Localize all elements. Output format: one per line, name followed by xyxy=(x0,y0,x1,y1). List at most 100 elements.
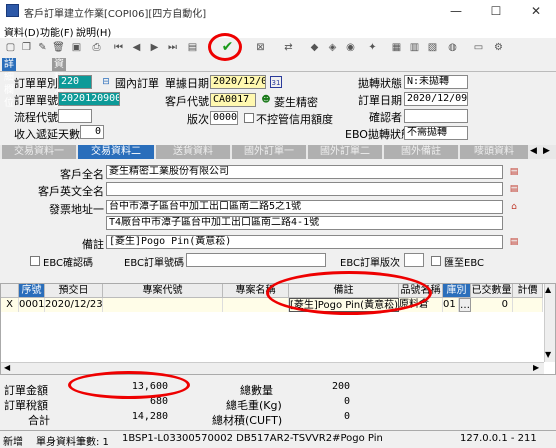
save-icon[interactable]: ▣ xyxy=(70,41,83,54)
print-icon[interactable]: ⎙ xyxy=(90,41,103,54)
flow-label: 流程代號 xyxy=(14,111,58,124)
query-icon[interactable]: ▤ xyxy=(186,41,199,54)
tool-icon[interactable]: ◆ xyxy=(308,41,321,54)
order-date-field[interactable]: 2020/12/09 xyxy=(404,92,468,106)
customer-field[interactable]: CA0017 xyxy=(210,93,256,107)
row-wh[interactable]: 01 xyxy=(443,298,459,312)
calendar-icon[interactable]: 31 xyxy=(270,76,282,88)
cust-en-edit-icon[interactable]: ▤ xyxy=(508,183,520,195)
order-type-field[interactable]: 220 xyxy=(58,75,92,89)
cust-en-field[interactable] xyxy=(106,182,503,196)
row-wh-lookup-button[interactable]: … xyxy=(459,298,471,312)
cust-full-edit-icon[interactable]: ▤ xyxy=(508,166,520,178)
doc-date-field[interactable]: 2020/12/09 xyxy=(210,75,266,89)
menu-data[interactable]: 資料(D) xyxy=(4,24,40,39)
scroll-left-icon[interactable]: ◀ xyxy=(4,363,10,372)
flow-field[interactable] xyxy=(58,109,92,123)
tab-scroll-left-icon[interactable]: ◀ xyxy=(530,146,537,156)
toolbar: ▢ ❐ ✎ 🗑 ▣ ⎙ ⏮ ◀ ▶ ⏭ ▤ ✔ ⊠ ⇄ ◆ ◈ ◉ ✦ ▦ ▥ … xyxy=(0,38,556,58)
tab-foreign-1[interactable]: 國外訂單一 xyxy=(232,145,306,159)
scroll-up-icon[interactable]: ▲ xyxy=(545,285,551,294)
maximize-button[interactable]: ☐ xyxy=(476,0,516,22)
grid-header-wh[interactable]: 庫別 xyxy=(443,284,471,298)
attach-icon[interactable]: ◉ xyxy=(344,41,357,54)
tab-scroll-right-icon[interactable]: ▶ xyxy=(543,146,550,156)
order-type-lookup-icon[interactable]: ⊟ xyxy=(100,76,112,88)
qty-label: 總數量 xyxy=(240,384,273,397)
ebc-order-field[interactable] xyxy=(186,253,326,267)
folder-icon[interactable]: ▭ xyxy=(472,41,485,54)
ebo-label: EBO拋轉狀態 xyxy=(345,128,412,141)
qty-field: 200 xyxy=(331,381,350,392)
ebc-order-label: EBC訂單號碼 xyxy=(124,258,184,269)
ebc-version-label: EBC訂單版次 xyxy=(340,258,400,269)
tab-trade-1[interactable]: 交易資料一 xyxy=(2,145,76,159)
scroll-down-icon[interactable]: ▼ xyxy=(545,350,551,359)
cust-full-field[interactable]: 菱生精密工業股份有限公司 xyxy=(106,165,503,179)
copy-icon[interactable]: ❐ xyxy=(20,41,33,54)
tab-trade-2[interactable]: 交易資料二 xyxy=(78,145,154,159)
domestic-order-label: 國內訂單 xyxy=(115,77,159,90)
settings-icon[interactable]: ⚙ xyxy=(492,41,505,54)
version-field[interactable]: 0000 xyxy=(210,111,238,125)
grid-header-proj[interactable]: 專案代號 xyxy=(103,284,223,298)
note-edit-icon[interactable]: ▤ xyxy=(508,236,520,248)
status-ip: 127.0.0.1 - 211 xyxy=(460,433,537,444)
recv-days-field[interactable]: 0 xyxy=(80,125,104,139)
no-credit-checkbox[interactable] xyxy=(244,113,254,123)
filter-icon[interactable]: ◈ xyxy=(326,41,339,54)
invoice-addr1-field[interactable]: 台中市潭子區台中加工出口區南二路5之1號 xyxy=(106,200,503,214)
grid-header-date[interactable]: 預交日 xyxy=(45,284,103,298)
delete-icon[interactable]: 🗑 xyxy=(52,41,65,54)
tab-detail[interactable]: 詳細欄位 xyxy=(2,58,16,109)
order-no-field[interactable]: 20201209001 xyxy=(58,92,120,106)
grid-hscroll[interactable] xyxy=(1,362,544,374)
total-label: 合計 xyxy=(28,414,50,427)
customer-name: 菱生精密 xyxy=(274,96,318,109)
cancel-confirm-icon[interactable]: ⊠ xyxy=(254,41,267,54)
tab-delivery[interactable]: 送貨資料 xyxy=(156,145,230,159)
edit-icon[interactable]: ✎ xyxy=(36,41,49,54)
report-icon[interactable]: ▦ xyxy=(390,41,403,54)
note-field[interactable]: [菱生]Pogo Pin(黃意菘) xyxy=(106,235,503,249)
row-mark[interactable]: X xyxy=(1,298,19,312)
chart-icon[interactable]: ▥ xyxy=(408,41,421,54)
prev-record-icon[interactable]: ◀ xyxy=(130,41,143,54)
amount-label: 訂單金額 xyxy=(4,384,48,397)
customer-lookup-icon[interactable]: ☻ xyxy=(260,94,272,106)
close-button[interactable]: ✕ xyxy=(516,0,556,22)
tab-foreign-note[interactable]: 國外備註 xyxy=(384,145,458,159)
to-ebc-checkbox[interactable] xyxy=(431,256,441,266)
row-seq[interactable]: 0001 xyxy=(19,298,45,312)
minimize-button[interactable]: — xyxy=(436,0,476,22)
last-record-icon[interactable]: ⏭ xyxy=(166,41,179,54)
menu-help[interactable]: 說明(H) xyxy=(76,24,111,39)
cust-full-label: 客戶全名 xyxy=(60,168,104,181)
new-icon[interactable]: ▢ xyxy=(4,41,17,54)
address-home-icon[interactable]: ⌂ xyxy=(508,201,520,213)
transfer-icon[interactable]: ⇄ xyxy=(282,41,295,54)
menu-function[interactable]: 功能(F) xyxy=(40,24,74,39)
sheet-icon[interactable]: ▧ xyxy=(426,41,439,54)
magic-icon[interactable]: ✦ xyxy=(366,41,379,54)
db-icon[interactable]: ◍ xyxy=(446,41,459,54)
ebc-version-field[interactable] xyxy=(404,253,424,267)
grid-header-price[interactable]: 計價 xyxy=(513,284,543,298)
invoice-addr-label: 發票地址一 xyxy=(49,203,104,216)
tab-browse[interactable]: 資料瀏覽 xyxy=(52,58,66,109)
grid-header-seq[interactable]: 序號 xyxy=(19,284,45,298)
row-date[interactable]: 2020/12/23 xyxy=(45,298,103,312)
tab-marks[interactable]: 嘜頭資料 xyxy=(460,145,528,159)
next-record-icon[interactable]: ▶ xyxy=(148,41,161,54)
status-bar: 新增 單身資料筆數: 1 1BSP1-L03300570002 DB517AR2… xyxy=(0,430,556,448)
row-price[interactable] xyxy=(513,298,543,312)
first-record-icon[interactable]: ⏮ xyxy=(112,41,125,54)
invoice-addr2-field[interactable]: T4廠台中市潭子區台中加工出口區南二路4-1號 xyxy=(106,216,503,230)
tab-foreign-2[interactable]: 國外訂單二 xyxy=(308,145,382,159)
scroll-right-icon[interactable]: ▶ xyxy=(533,363,539,372)
ebc-confirm-checkbox[interactable] xyxy=(30,256,40,266)
row-qty[interactable]: 0 xyxy=(471,298,513,312)
grid-header-qty[interactable]: 已交數量 xyxy=(471,284,513,298)
volume-field: 0 xyxy=(343,411,350,422)
row-proj[interactable] xyxy=(103,298,223,312)
